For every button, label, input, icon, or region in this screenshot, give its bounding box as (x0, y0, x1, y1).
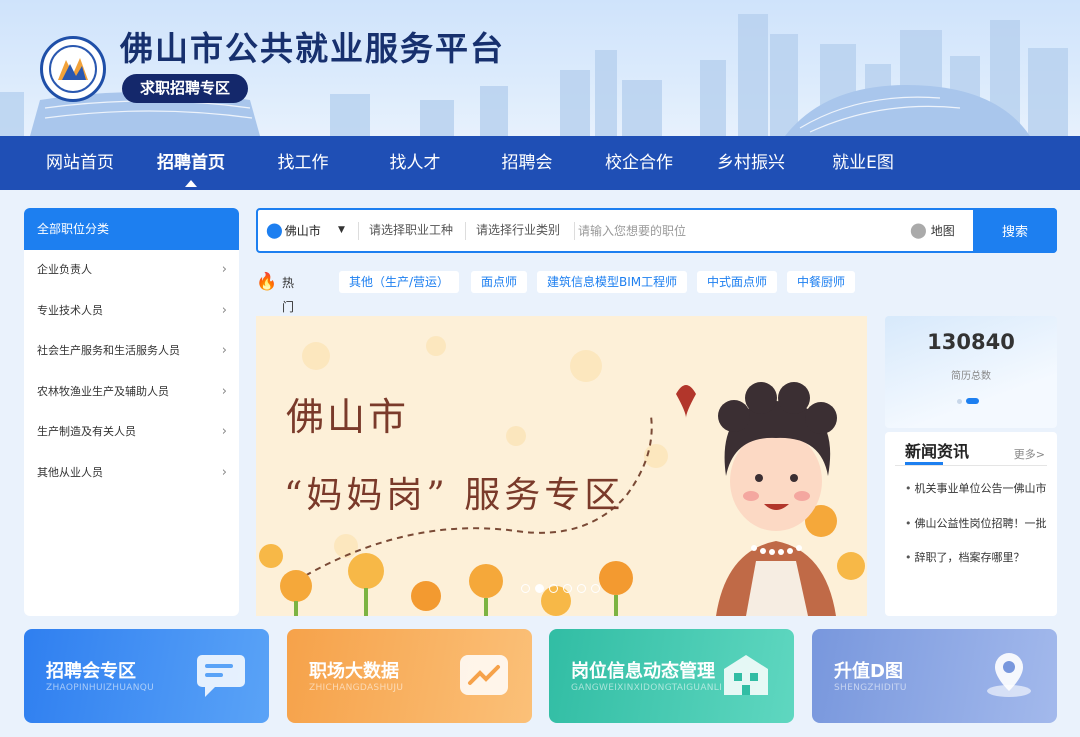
site-logo[interactable] (40, 36, 106, 102)
nav-item-label: 招聘首页 (157, 153, 225, 173)
logo-emblem-icon (49, 45, 97, 93)
category-label: 生产制造及有关人员 (37, 425, 136, 438)
category-item[interactable]: 其他从业人员 › (24, 453, 239, 494)
card-title: 招聘会专区 (46, 661, 136, 682)
hot-tag[interactable]: 其他（生产/营运） (339, 271, 460, 293)
building-icon (724, 655, 768, 695)
card-subtitle: ZHICHANGDASHUJU (309, 683, 404, 693)
chevron-right-icon: › (221, 383, 227, 399)
category-item[interactable]: 专业技术人员 › (24, 291, 239, 332)
site-header: 佛山市公共就业服务平台 求职招聘专区 (0, 0, 1080, 136)
nav-item-school-enterprise[interactable]: 校企合作 (583, 136, 695, 190)
stat-dot-active[interactable] (966, 398, 979, 404)
resume-total-label: 简历总数 (951, 371, 991, 382)
stat-carousel-dots (957, 398, 979, 404)
card-subtitle: GANGWEIXINXIDONGTAIGUANLI (571, 683, 723, 693)
banner-title-line2: “妈妈岗” 服务专区 (284, 475, 625, 516)
carousel-dot[interactable] (521, 584, 530, 593)
news-item[interactable]: 佛山公益性岗位招聘！一批 (905, 515, 1050, 531)
job-info-management-card[interactable]: 岗位信息动态管理 GANGWEIXINXIDONGTAIGUANLI (549, 629, 794, 723)
banner-title-line1: 佛山市 (286, 395, 410, 439)
card-subtitle: ZHAOPINHUIZHUANQU (46, 683, 155, 693)
industry-select[interactable]: 请选择行业类别 (476, 210, 560, 251)
site-title: 佛山市公共就业服务平台 (120, 29, 505, 68)
news-more-link[interactable]: 更多> (1014, 446, 1045, 462)
keyword-search-input[interactable] (578, 216, 898, 245)
card-title: 升值D图 (834, 661, 903, 682)
card-title: 职场大数据 (309, 661, 399, 682)
occupation-select[interactable]: 请选择职业工种 (369, 210, 453, 251)
active-indicator-arrow-icon (185, 180, 197, 187)
nav-item-find-talent[interactable]: 找人才 (359, 136, 471, 190)
carousel-dot[interactable] (549, 584, 558, 593)
city-select[interactable]: ⬤ 佛山市 (266, 210, 321, 251)
nav-item-recruit-home[interactable]: 招聘首页 (135, 136, 247, 190)
category-label: 农林牧渔业生产及辅助人员 (37, 384, 169, 398)
category-panel: 全部职位分类 企业负责人 › 专业技术人员 › 社会生产服务和生活服务人员 › … (24, 208, 239, 616)
main-nav: 网站首页 招聘首页 找工作 找人才 招聘会 校企合作 乡村振兴 就业E图 (0, 136, 1080, 190)
search-button[interactable]: 搜索 (973, 208, 1057, 253)
chevron-right-icon: › (221, 343, 227, 358)
news-title: 新闻资讯 (905, 442, 970, 461)
category-header[interactable]: 全部职位分类 (24, 208, 239, 250)
divider (358, 222, 359, 240)
stat-dot[interactable] (957, 398, 962, 404)
city-label: 佛山市 (284, 224, 321, 238)
zone-badge: 求职招聘专区 (122, 74, 249, 103)
chevron-right-icon: › (221, 424, 227, 439)
career-big-data-card[interactable]: 职场大数据 ZHICHANGDASHUJU (287, 629, 532, 723)
map-pin-icon (987, 653, 1031, 697)
caret-down-icon[interactable]: ▼ (338, 210, 345, 251)
category-label: 其他从业人员 (37, 465, 103, 479)
hot-tag[interactable]: 建筑信息模型BIM工程师 (537, 271, 688, 293)
carousel-dot-active[interactable] (535, 584, 544, 593)
search-bar: ⬤佛山市 ▼ 请选择职业工种 请选择行业类别 ⬤地图 搜索 (256, 208, 1057, 253)
location-pin-icon: ⬤ (266, 221, 283, 239)
nav-item-employment-map[interactable]: 就业E图 (807, 136, 919, 190)
hot-tag[interactable]: 面点师 (471, 271, 528, 293)
upgrade-map-card[interactable]: 升值D图 SHENGZHIDITU (812, 629, 1057, 723)
divider (465, 222, 466, 240)
divider (574, 222, 575, 240)
category-label: 社会生产服务和生活服务人员 (37, 344, 180, 357)
category-item[interactable]: 农林牧渔业生产及辅助人员 › (24, 372, 239, 413)
nav-item-rural[interactable]: 乡村振兴 (695, 136, 807, 190)
map-label: 地图 (930, 224, 955, 238)
nav-item-job-fair[interactable]: 招聘会 (471, 136, 583, 190)
trend-chart-icon (460, 655, 508, 695)
carousel-dot[interactable] (591, 584, 600, 593)
hot-tag[interactable]: 中餐厨师 (787, 271, 856, 293)
news-item[interactable]: 辞职了，档案存哪里？ (905, 549, 1050, 565)
category-label: 专业技术人员 (37, 303, 103, 317)
carousel-dots (521, 584, 600, 593)
news-item[interactable]: 机关事业单位公告一佛山市 (905, 480, 1050, 496)
chat-card-icon (197, 655, 245, 697)
category-item[interactable]: 社会生产服务和生活服务人员 › (24, 331, 239, 372)
carousel-dot[interactable] (563, 584, 572, 593)
category-item[interactable]: 企业负责人 › (24, 250, 239, 291)
category-item[interactable]: 生产制造及有关人员 › (24, 412, 239, 453)
chevron-right-icon: › (221, 262, 227, 277)
chevron-right-icon: › (221, 302, 227, 318)
carousel-dot[interactable] (577, 584, 586, 593)
nav-item-find-job[interactable]: 找工作 (247, 136, 359, 190)
divider (895, 465, 1047, 466)
card-subtitle: SHENGZHIDITU (834, 683, 907, 693)
news-panel: 新闻资讯 更多> 机关事业单位公告一佛山市 佛山公益性岗位招聘！一批 辞职了，档… (885, 432, 1057, 616)
job-fair-zone-card[interactable]: 招聘会专区 ZHAOPINHUIZHUANQU (24, 629, 269, 723)
category-label: 企业负责人 (37, 263, 92, 276)
resume-stat-card: 130840 简历总数 (885, 316, 1057, 428)
chevron-right-icon: › (221, 464, 227, 480)
map-pin-icon: ⬤ (910, 221, 927, 239)
map-link[interactable]: ⬤ 地图 (910, 210, 955, 252)
resume-total-number: 130840 (927, 330, 1015, 354)
fire-icon: 🔥 (256, 272, 278, 292)
nav-item-home[interactable]: 网站首页 (24, 136, 136, 190)
news-title-underline (905, 462, 943, 465)
hero-banner[interactable]: 佛山市 “妈妈岗” 服务专区 (256, 316, 867, 616)
hot-tag[interactable]: 中式面点师 (697, 271, 778, 293)
card-title: 岗位信息动态管理 (571, 661, 715, 682)
